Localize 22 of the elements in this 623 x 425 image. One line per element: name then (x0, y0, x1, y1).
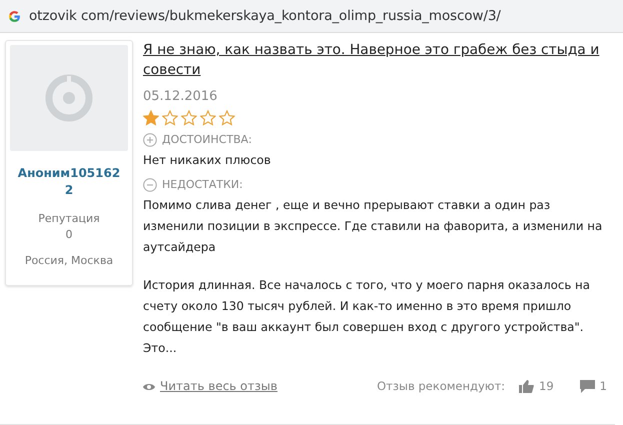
comments-count: 1 (600, 378, 607, 395)
section-text: Помимо слива денег , еще и вечно прерывают ставки а один раз изменили позиции в экспрессе. Где ставили на фаворита, а изменили на аутсайдера (143, 197, 604, 256)
plus-circle-icon (143, 132, 157, 146)
avatar-icon (45, 74, 93, 122)
likes-count: 19 (539, 378, 554, 395)
section-label: НЕДОСТАТКИ: (162, 177, 243, 193)
thumbs-up-icon[interactable] (519, 380, 534, 393)
author-location: Россия, Москва (24, 253, 114, 269)
read-full-review-link[interactable]: Читать весь отзыв (160, 376, 278, 397)
recommend-label: Отзыв рекомендуют: (377, 378, 506, 395)
review-title[interactable]: Я не знаю, как назвать это. Наверное это грабеж без стыда и совести (143, 40, 607, 80)
review-date: 05.12.2016 (143, 88, 218, 106)
reputation-label: Репутация (38, 211, 100, 227)
minus-circle-icon (143, 178, 157, 192)
section-text: Нет никаких плюсов (143, 152, 272, 169)
google-icon (8, 10, 21, 22)
author-name[interactable]: Аноним1051622 (14, 165, 124, 199)
eye-icon (143, 382, 155, 392)
review-excerpt: История длинная. Все началось с того, что у моего парня оказалось на счету около 130 тысяч рублей. И как-то именно в это время пришло сообщение "в ваш аккаунт был совершен вход с другого устройства". Это... (143, 277, 591, 357)
reputation-value: 0 (66, 227, 72, 243)
section-label: ДОСТОИНСТВА: (162, 132, 252, 148)
comment-icon[interactable] (580, 380, 595, 393)
